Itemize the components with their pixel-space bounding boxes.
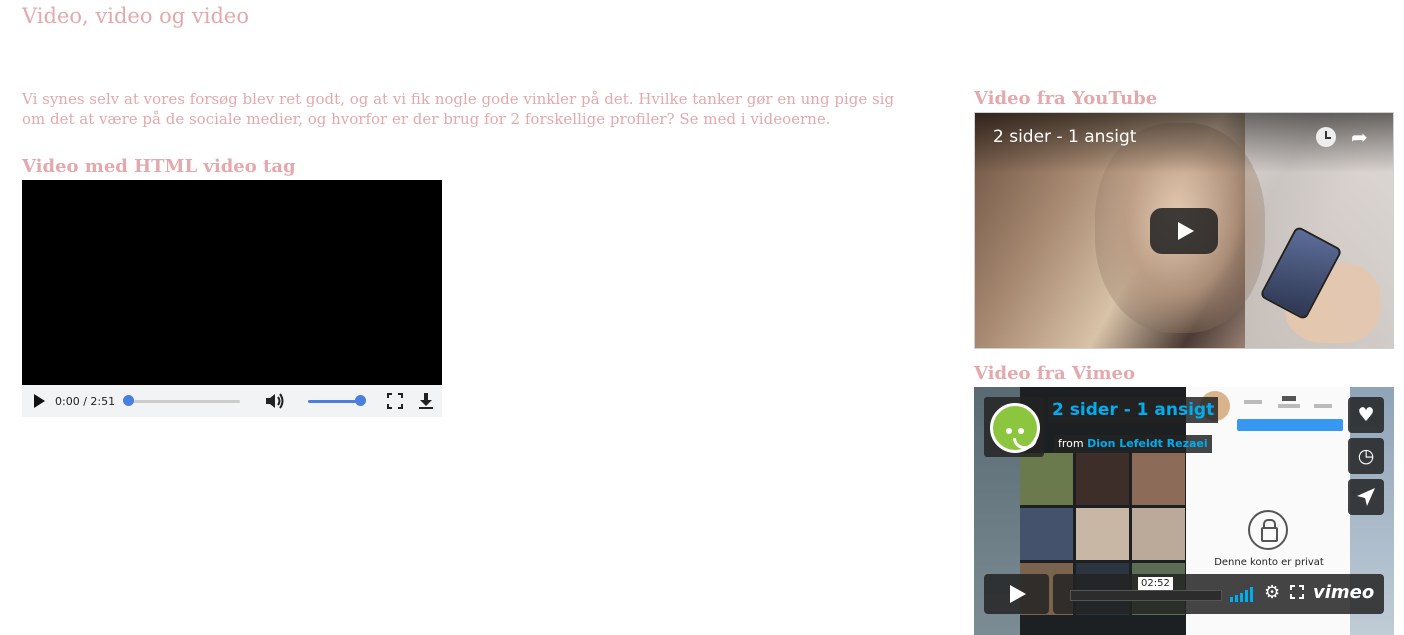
- watch-later-icon[interactable]: ◷: [1348, 438, 1384, 474]
- vimeo-byline: from Dion Lefeldt Rezaei: [1054, 435, 1212, 453]
- thumbnail-stats: [1244, 396, 1344, 412]
- html-video-heading: Video med HTML video tag: [22, 156, 296, 177]
- fullscreen-icon[interactable]: [1290, 582, 1304, 604]
- like-icon[interactable]: ♥: [1348, 397, 1384, 433]
- seek-handle[interactable]: [123, 395, 134, 406]
- youtube-play-button[interactable]: [1150, 208, 1218, 254]
- settings-icon[interactable]: ⚙: [1264, 582, 1280, 603]
- share-icon[interactable]: [1348, 479, 1384, 515]
- seek-bar[interactable]: [127, 400, 240, 403]
- page-title: Video, video og video: [22, 4, 250, 28]
- youtube-heading: Video fra YouTube: [974, 88, 1158, 109]
- share-icon[interactable]: ➦: [1351, 125, 1368, 149]
- lock-icon: [1248, 510, 1288, 550]
- vimeo-video-title[interactable]: 2 sider - 1 ansigt: [1048, 397, 1219, 423]
- vimeo-progress-bar[interactable]: 02:52: [1070, 577, 1222, 601]
- vimeo-heading: Video fra Vimeo: [974, 363, 1135, 384]
- vimeo-player[interactable]: Denne konto er privat 2 sider - 1 ansigt…: [974, 387, 1394, 635]
- vimeo-controls: 02:52 ⚙ vimeo: [1053, 574, 1384, 614]
- vimeo-logo[interactable]: vimeo: [1313, 582, 1374, 603]
- vimeo-play-button[interactable]: [984, 574, 1049, 614]
- intro-paragraph: Vi synes selv at vores forsøg blev ret g…: [22, 90, 895, 128]
- download-icon[interactable]: [418, 392, 434, 413]
- thumbnail-follow-button: [1237, 419, 1343, 431]
- private-account-notice: Denne konto er privat: [1214, 557, 1324, 568]
- html-video-controls: 0:00 / 2:51: [22, 385, 442, 417]
- play-icon: [1178, 222, 1194, 240]
- volume-slider[interactable]: [308, 400, 360, 403]
- volume-icon[interactable]: [1230, 587, 1254, 602]
- play-icon[interactable]: [34, 394, 45, 408]
- vimeo-duration: 02:52: [1138, 577, 1173, 590]
- volume-icon[interactable]: [264, 392, 286, 413]
- play-icon: [1010, 585, 1026, 603]
- from-label: from: [1058, 437, 1084, 450]
- video-time: 0:00 / 2:51: [55, 395, 116, 408]
- author-link[interactable]: Dion Lefeldt Rezaei: [1087, 437, 1208, 450]
- watch-later-icon[interactable]: [1316, 127, 1336, 147]
- youtube-player[interactable]: 2 sider - 1 ansigt ➦: [974, 112, 1394, 349]
- channel-avatar[interactable]: [984, 397, 1044, 457]
- html-video-player[interactable]: [22, 180, 442, 417]
- youtube-video-title[interactable]: 2 sider - 1 ansigt: [993, 127, 1136, 147]
- vimeo-control-bar: 02:52 ⚙ vimeo: [984, 574, 1384, 614]
- fullscreen-icon[interactable]: [387, 393, 403, 412]
- vimeo-header: 2 sider - 1 ansigt from Dion Lefeldt Rez…: [984, 397, 1222, 457]
- volume-handle[interactable]: [355, 395, 366, 406]
